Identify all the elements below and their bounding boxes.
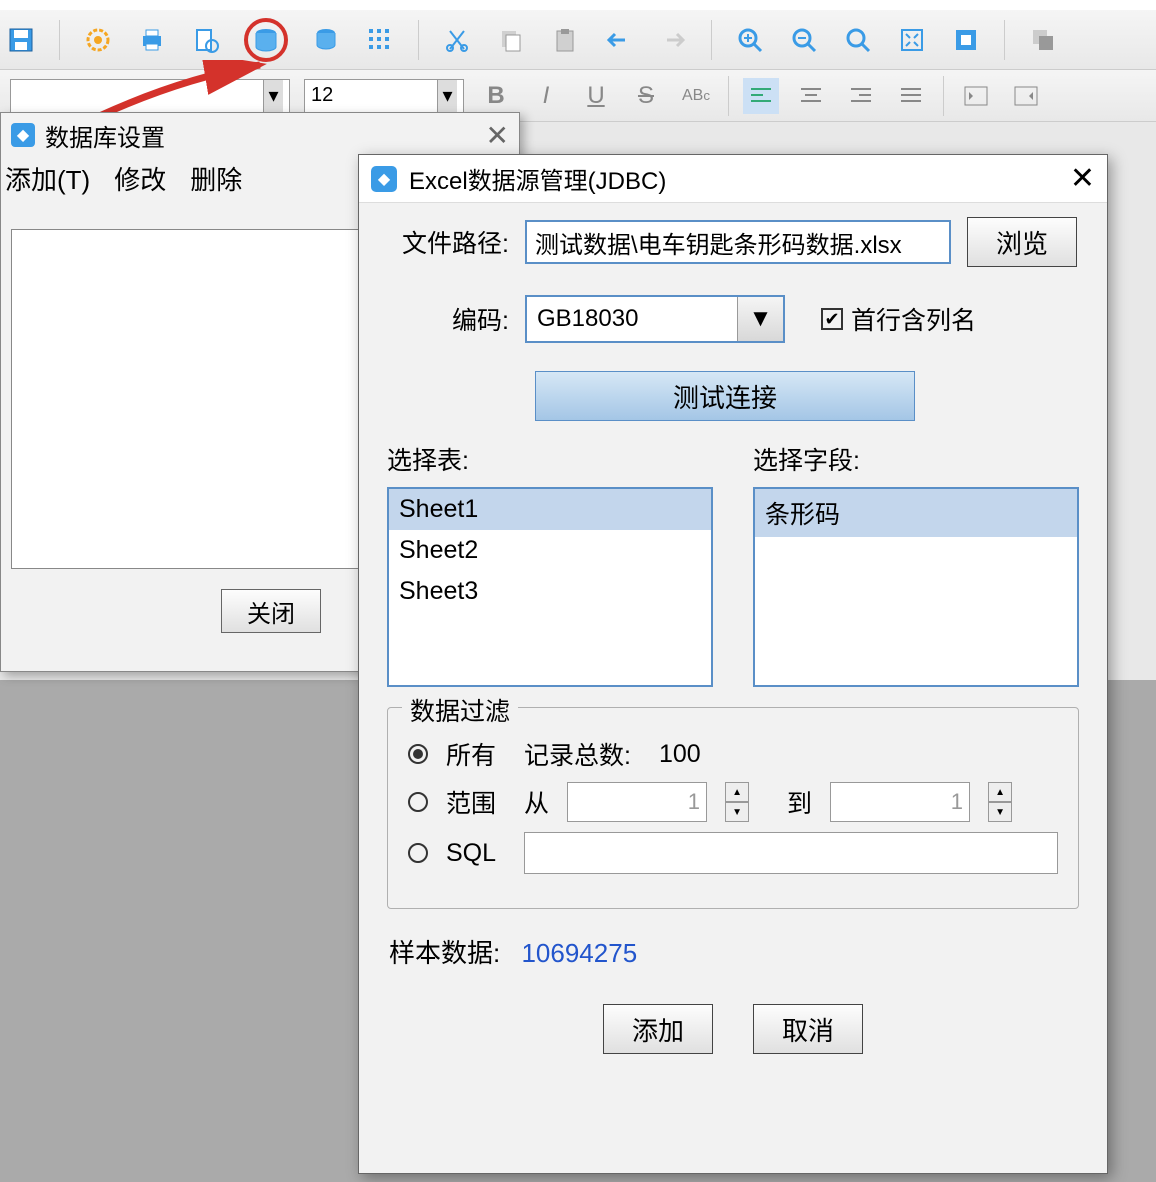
list-item[interactable]: Sheet3 <box>389 571 711 612</box>
menu-bar <box>0 0 1156 10</box>
test-connection-button[interactable]: 测试连接 <box>535 371 915 421</box>
cancel-button[interactable]: 取消 <box>753 1004 863 1054</box>
gear-icon[interactable] <box>82 24 114 56</box>
grid-icon[interactable] <box>364 24 396 56</box>
layers-icon[interactable] <box>1027 24 1059 56</box>
range-to-input[interactable] <box>830 782 970 822</box>
superscript-icon[interactable]: ABc <box>678 78 714 114</box>
app-icon: ◆ <box>11 123 35 147</box>
fullscreen-icon[interactable] <box>950 24 982 56</box>
italic-icon[interactable]: I <box>528 78 564 114</box>
database-alt-icon[interactable] <box>310 24 342 56</box>
close-icon[interactable]: ✕ <box>1070 161 1095 196</box>
main-toolbar <box>0 10 1156 70</box>
print-icon[interactable] <box>136 24 168 56</box>
list-item[interactable]: 条形码 <box>755 489 1077 537</box>
filter-range-radio[interactable] <box>408 792 428 812</box>
list-item[interactable]: Sheet1 <box>389 489 711 530</box>
spinner[interactable]: ▲▼ <box>988 782 1012 822</box>
encoding-value: GB18030 <box>527 305 737 333</box>
record-count-label: 记录总数: <box>524 736 631 772</box>
spinner[interactable]: ▲▼ <box>725 782 749 822</box>
zoom-in-icon[interactable] <box>734 24 766 56</box>
save-icon[interactable] <box>5 24 37 56</box>
select-field-label: 选择字段: <box>753 441 1079 477</box>
sql-input[interactable] <box>524 832 1058 874</box>
font-size-combo[interactable]: 12▾ <box>304 79 464 113</box>
chevron-down-icon[interactable]: ▾ <box>263 80 283 112</box>
undo-icon[interactable] <box>603 24 635 56</box>
app-icon: ◆ <box>371 166 397 192</box>
underline-icon[interactable]: U <box>578 78 614 114</box>
add-menu-item[interactable]: 添加(T) <box>5 160 90 197</box>
close-icon[interactable]: ✕ <box>486 119 509 152</box>
delete-menu-item[interactable]: 删除 <box>190 160 242 197</box>
checkbox-icon: ✔ <box>821 308 843 330</box>
paste-icon[interactable] <box>549 24 581 56</box>
zoom-icon[interactable] <box>842 24 874 56</box>
cut-icon[interactable] <box>441 24 473 56</box>
close-button[interactable]: 关闭 <box>221 589 321 633</box>
preview-icon[interactable] <box>190 24 222 56</box>
list-item[interactable]: Sheet2 <box>389 530 711 571</box>
edit-menu-item[interactable]: 修改 <box>114 160 166 197</box>
encoding-label: 编码: <box>389 301 509 337</box>
chevron-down-icon[interactable]: ▼ <box>737 297 783 341</box>
fit-icon[interactable] <box>896 24 928 56</box>
copy-icon[interactable] <box>495 24 527 56</box>
filter-all-radio[interactable] <box>408 744 428 764</box>
strikethrough-icon[interactable]: S <box>628 78 664 114</box>
tables-listbox[interactable]: Sheet1 Sheet2 Sheet3 <box>387 487 713 687</box>
sample-data-value: 10694275 <box>521 938 637 968</box>
redo-icon[interactable] <box>657 24 689 56</box>
excel-datasource-dialog: ◆ Excel数据源管理(JDBC) ✕ 文件路径: 浏览 编码: GB1803… <box>358 154 1108 1174</box>
fieldset-legend: 数据过滤 <box>402 692 518 728</box>
data-filter-fieldset: 数据过滤 所有 记录总数: 100 范围 从 ▲▼ 到 ▲▼ SQL <box>387 707 1079 909</box>
database-icon[interactable] <box>244 18 288 62</box>
record-count-value: 100 <box>659 740 701 769</box>
font-family-combo[interactable]: ▾ <box>10 79 290 113</box>
file-path-input[interactable] <box>525 220 951 264</box>
select-table-label: 选择表: <box>387 441 713 477</box>
dialog-title: Excel数据源管理(JDBC) <box>409 161 666 196</box>
add-button[interactable]: 添加 <box>603 1004 713 1054</box>
encoding-combo[interactable]: GB18030 ▼ <box>525 295 785 343</box>
browse-button[interactable]: 浏览 <box>967 217 1077 267</box>
align-right-icon[interactable] <box>843 78 879 114</box>
dialog-title: 数据库设置 <box>45 118 165 153</box>
first-row-header-checkbox[interactable]: ✔ 首行含列名 <box>821 301 976 337</box>
fields-listbox[interactable]: 条形码 <box>753 487 1079 687</box>
bold-icon[interactable]: B <box>478 78 514 114</box>
zoom-out-icon[interactable] <box>788 24 820 56</box>
align-left-icon[interactable] <box>743 78 779 114</box>
chevron-down-icon[interactable]: ▾ <box>437 80 457 112</box>
filter-sql-radio[interactable] <box>408 843 428 863</box>
indent-left-icon[interactable] <box>958 78 994 114</box>
range-from-input[interactable] <box>567 782 707 822</box>
file-path-label: 文件路径: <box>389 224 509 260</box>
align-center-icon[interactable] <box>793 78 829 114</box>
align-justify-icon[interactable] <box>893 78 929 114</box>
sample-data-label: 样本数据: <box>389 938 500 968</box>
indent-right-icon[interactable] <box>1008 78 1044 114</box>
